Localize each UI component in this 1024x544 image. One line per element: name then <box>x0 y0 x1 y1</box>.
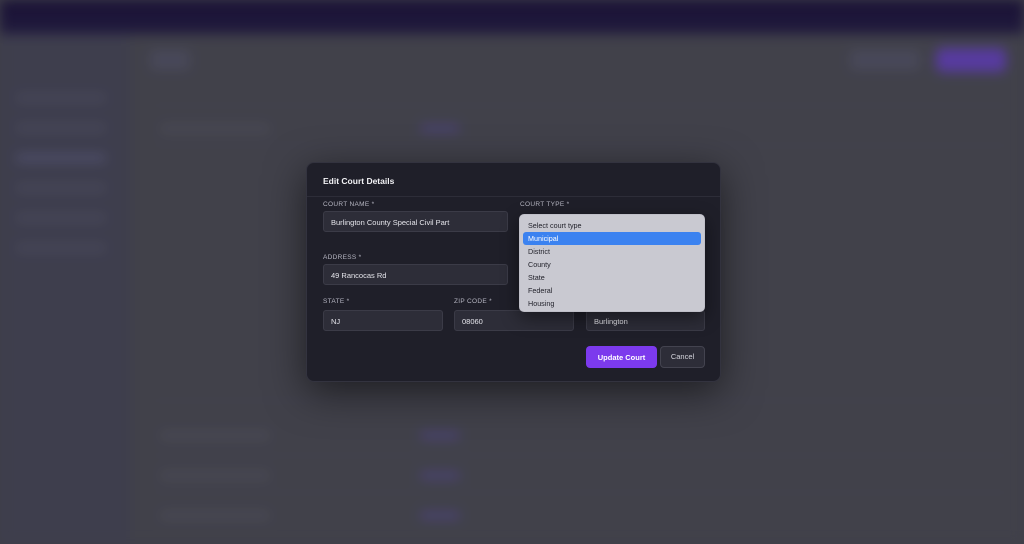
dropdown-option-county[interactable]: County <box>523 258 701 271</box>
zip-code-input[interactable]: 08060 <box>454 310 574 331</box>
cancel-button[interactable]: Cancel <box>660 346 705 368</box>
address-input[interactable]: 49 Rancocas Rd <box>323 264 508 285</box>
state-input[interactable]: NJ <box>323 310 443 331</box>
court-type-dropdown[interactable]: Select court type Municipal District Cou… <box>519 214 705 312</box>
state-label: STATE * <box>323 298 350 305</box>
modal-header: Edit Court Details <box>307 163 720 197</box>
dropdown-option-state[interactable]: State <box>523 271 701 284</box>
court-name-input[interactable]: Burlington County Special Civil Part <box>323 211 508 232</box>
address-label: ADDRESS * <box>323 254 362 261</box>
court-name-label: COURT NAME * <box>323 201 375 208</box>
court-type-label: COURT TYPE * <box>520 201 570 208</box>
dropdown-option-placeholder[interactable]: Select court type <box>523 219 701 232</box>
zip-code-label: ZIP CODE * <box>454 298 492 305</box>
update-court-button[interactable]: Update Court <box>586 346 657 368</box>
dropdown-option-federal[interactable]: Federal <box>523 284 701 297</box>
dropdown-option-municipal[interactable]: Municipal <box>523 232 701 245</box>
modal-title: Edit Court Details <box>323 176 395 186</box>
city-input[interactable]: Burlington <box>586 310 705 331</box>
dropdown-option-housing[interactable]: Housing <box>523 297 701 310</box>
dropdown-option-district[interactable]: District <box>523 245 701 258</box>
